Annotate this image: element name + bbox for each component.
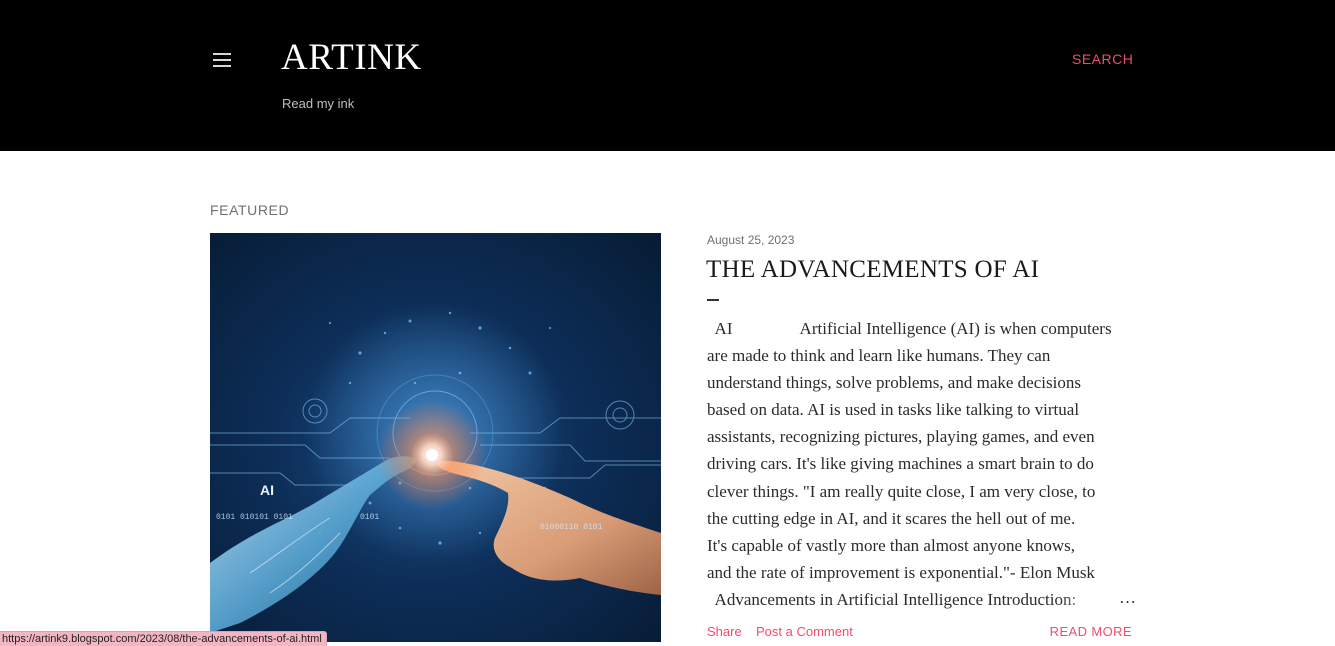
image-overlay-text: AI: [260, 482, 274, 498]
hamburger-menu-icon[interactable]: [211, 51, 233, 69]
svg-text:0101: 0101: [360, 513, 379, 522]
snippet-line: understand things, solve problems, and m…: [707, 373, 1081, 393]
snippet-line: Advancements in Artificial Intelligence …: [707, 589, 1077, 609]
snippet-line: based on data. AI is used in tasks like …: [707, 400, 1080, 420]
featured-section-label: FEATURED: [210, 202, 290, 218]
read-more-link[interactable]: READ MORE: [1050, 624, 1132, 639]
blog-header: ARTINK Read my ink SEARCH: [0, 0, 1335, 151]
title-divider: [707, 299, 719, 301]
snippet-line: and the rate of improvement is exponenti…: [707, 562, 1095, 582]
snippet-line: AI Artificial Intelligence (AI) is when …: [707, 319, 1112, 338]
snippet-ellipsis: …: [1119, 588, 1136, 607]
post-comment-link[interactable]: Post a Comment: [756, 624, 853, 639]
browser-status-bar-url: https://artink9.blogspot.com/2023/08/the…: [0, 631, 327, 646]
search-button[interactable]: SEARCH: [1072, 51, 1133, 67]
snippet-line: driving cars. It's like giving machines …: [707, 454, 1094, 474]
post-snippet: AI Artificial Intelligence (AI) is when …: [707, 315, 1133, 615]
snippet-line: are made to think and learn like humans.…: [707, 346, 1051, 366]
snippet-line: the cutting edge in AI, and it scares th…: [707, 508, 1076, 528]
svg-text:01000110 0101: 01000110 0101: [540, 523, 603, 532]
snippet-line: assistants, recognizing pictures, playin…: [707, 427, 1095, 447]
featured-post-image[interactable]: 0101 010101 0101 0101 01000110 0101 AI: [210, 233, 661, 642]
blog-description: Read my ink: [282, 96, 355, 111]
snippet-line: It's capable of vastly more than almost …: [707, 535, 1075, 555]
share-button[interactable]: Share: [707, 624, 742, 639]
snippet-line: clever things. "I am really quite close,…: [707, 481, 1096, 501]
blog-title[interactable]: ARTINK: [281, 36, 422, 79]
svg-text:0101 010101 0101: 0101 010101 0101: [216, 513, 293, 522]
post-title[interactable]: THE ADVANCEMENTS OF AI: [706, 256, 1039, 284]
post-date: August 25, 2023: [707, 233, 795, 247]
